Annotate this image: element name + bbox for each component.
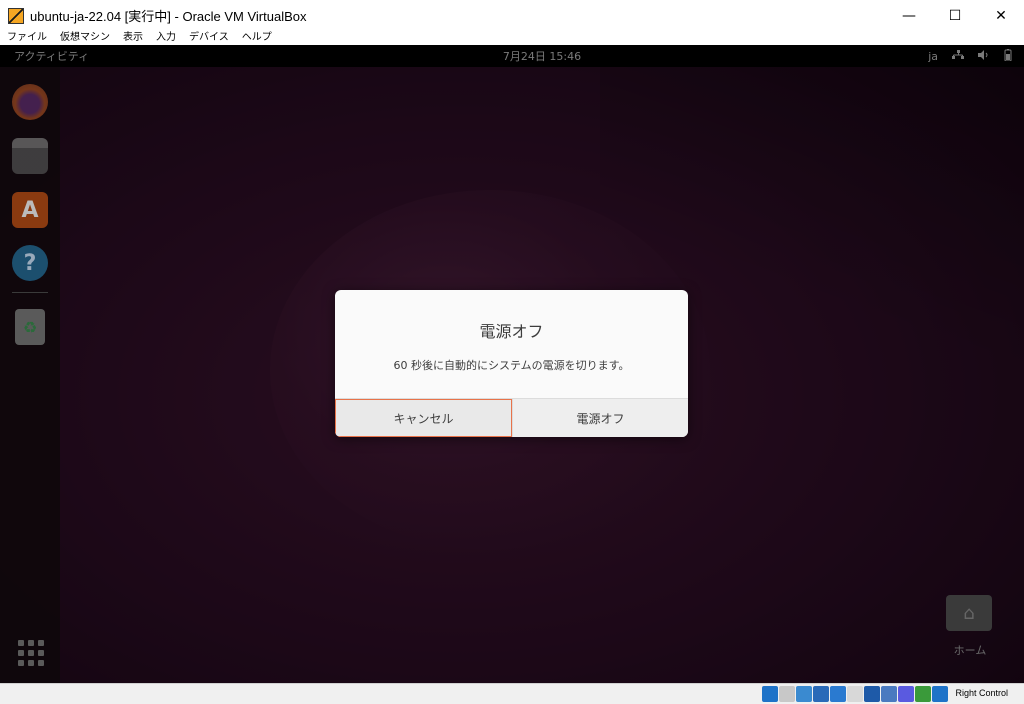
usb-icon[interactable] — [830, 686, 846, 702]
device-status-icons — [762, 686, 948, 702]
menu-help[interactable]: ヘルプ — [242, 31, 272, 45]
vbox-statusbar: Right Control — [0, 683, 1024, 704]
keyboard-capture-icon[interactable] — [932, 686, 948, 702]
cpu-icon[interactable] — [898, 686, 914, 702]
mouse-integration-icon[interactable] — [915, 686, 931, 702]
menubar: ファイル 仮想マシン 表示 入力 デバイス ヘルプ — [0, 31, 1024, 45]
input-method-indicator[interactable]: ja — [928, 50, 938, 63]
power-off-dialog: 電源オフ 60 秒後に自動的にシステムの電源を切ります。 キャンセル 電源オフ — [335, 290, 688, 437]
files-icon[interactable] — [12, 138, 48, 174]
dock-separator — [12, 292, 48, 293]
home-folder-label: ホーム — [953, 644, 987, 657]
display-icon[interactable] — [864, 686, 880, 702]
menu-input[interactable]: 入力 — [156, 31, 176, 45]
host-key-label: Right Control — [955, 688, 1008, 698]
menu-machine[interactable]: 仮想マシン — [60, 31, 110, 45]
gnome-top-bar: アクティビティ 7月24日 15:46 ja — [0, 45, 1024, 67]
system-tray[interactable]: ja — [928, 48, 1012, 64]
recording-icon[interactable] — [881, 686, 897, 702]
close-button[interactable]: ✕ — [978, 0, 1024, 31]
virtualbox-app-icon — [8, 7, 24, 24]
network-icon — [952, 49, 964, 63]
cancel-button[interactable]: キャンセル — [335, 399, 512, 437]
minimize-button[interactable]: — — [886, 0, 932, 31]
home-folder-icon[interactable]: ⌂ — [946, 595, 992, 631]
dialog-button-row: キャンセル 電源オフ — [335, 398, 688, 437]
power-off-button[interactable]: 電源オフ — [512, 399, 688, 437]
dialog-message: 60 秒後に自動的にシステムの電源を切ります。 — [393, 359, 630, 372]
clock[interactable]: 7月24日 15:46 — [0, 48, 1024, 64]
ubuntu-dock: A ? ♻ — [0, 67, 60, 683]
help-icon[interactable]: ? — [12, 245, 48, 281]
volume-icon — [978, 49, 990, 63]
power-icon — [1004, 48, 1012, 64]
window-controls: — ☐ ✕ — [886, 0, 1024, 31]
window-title: ubuntu-ja-22.04 [実行中] - Oracle VM Virtua… — [30, 9, 307, 24]
menu-view[interactable]: 表示 — [123, 31, 143, 45]
vm-display[interactable]: アクティビティ 7月24日 15:46 ja A ? ♻ ⌂ ホーム 電源オフ — [0, 45, 1024, 683]
network-adapter-icon[interactable] — [813, 686, 829, 702]
trash-icon[interactable]: ♻ — [15, 309, 45, 345]
window-titlebar: ubuntu-ja-22.04 [実行中] - Oracle VM Virtua… — [0, 0, 1024, 31]
app-grid-icon[interactable] — [18, 640, 44, 666]
firefox-icon[interactable] — [12, 84, 48, 120]
software-icon[interactable]: A — [12, 192, 48, 228]
menu-file[interactable]: ファイル — [7, 31, 47, 45]
hard-disk-icon[interactable] — [762, 686, 778, 702]
optical-drive-icon[interactable] — [779, 686, 795, 702]
dialog-title: 電源オフ — [479, 322, 544, 341]
shared-folders-icon[interactable] — [847, 686, 863, 702]
maximize-button[interactable]: ☐ — [932, 0, 978, 31]
audio-icon[interactable] — [796, 686, 812, 702]
menu-devices[interactable]: デバイス — [189, 31, 229, 45]
